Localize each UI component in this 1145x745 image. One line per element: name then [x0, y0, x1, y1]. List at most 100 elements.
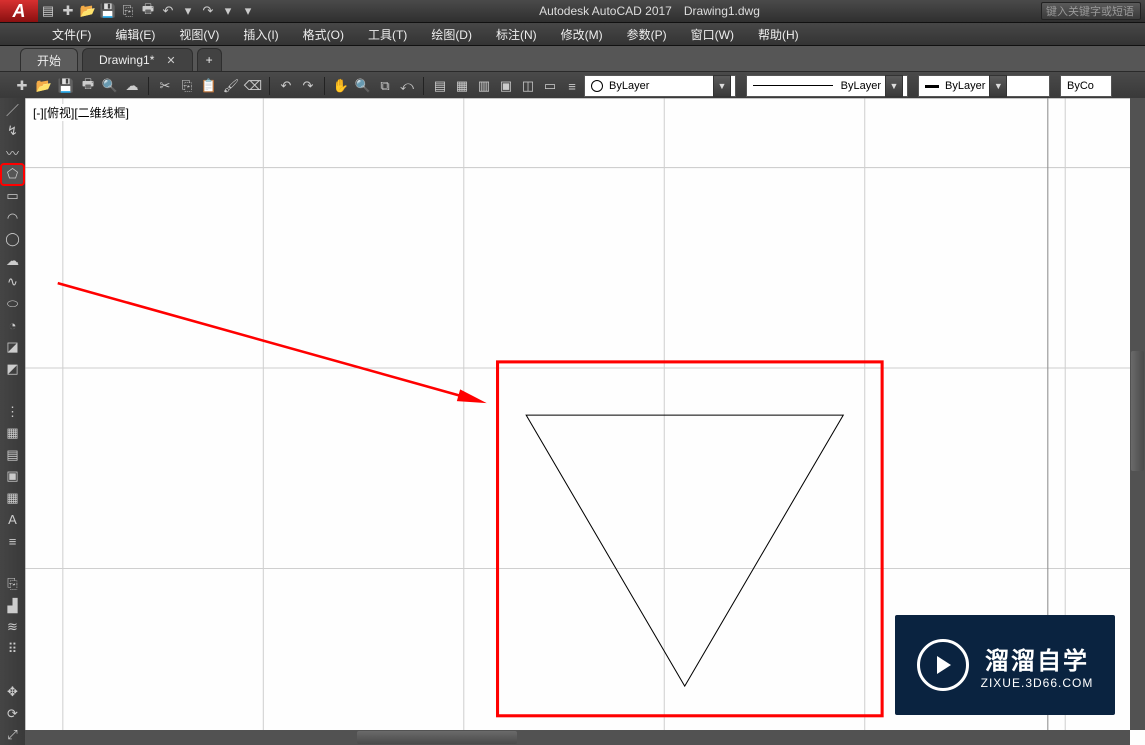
point-icon[interactable]: ⋮ [2, 402, 23, 422]
pan-icon[interactable]: ✋ [331, 76, 351, 96]
linetype-dropdown[interactable]: ByLayer ▼ [746, 75, 908, 97]
tab-plus[interactable]: + [197, 48, 222, 71]
menu-view[interactable]: 视图(V) [167, 23, 231, 45]
rotate-icon[interactable]: ⟳ [2, 704, 23, 724]
copy-icon[interactable]: ⎘ [2, 574, 23, 594]
line-icon[interactable]: ／ [2, 100, 23, 120]
chevron-down-icon[interactable]: ▼ [713, 75, 731, 97]
menu-parametric[interactable]: 参数(P) [615, 23, 679, 45]
revcloud-icon[interactable]: ☁ [2, 251, 23, 271]
watermark-big: 溜溜自学 [985, 641, 1089, 676]
publish-icon[interactable]: ☁ [122, 76, 142, 96]
separator[interactable] [2, 380, 23, 400]
paste-icon[interactable]: 📋 [199, 76, 219, 96]
rectangle-icon[interactable]: ▭ [2, 186, 23, 206]
gradient-icon[interactable]: ▤ [2, 445, 23, 465]
open2-icon[interactable]: 📂 [34, 76, 54, 96]
tab-start[interactable]: 开始 [20, 48, 78, 71]
tool-palettes-icon[interactable]: ▥ [474, 76, 494, 96]
chevron-down-icon[interactable]: ▼ [885, 75, 903, 97]
lineweight-dropdown[interactable]: ByLayer ▼ [918, 75, 1050, 97]
tab-label: Drawing1* [99, 53, 154, 67]
ellipse-arc-icon[interactable]: ◔ [2, 316, 23, 336]
layer-dropdown[interactable]: ByLayer ▼ [584, 75, 736, 97]
print-icon[interactable]: 🖶 [138, 2, 158, 20]
mirror-icon[interactable]: ▟ [2, 596, 23, 616]
sheet-set-icon[interactable]: ▣ [496, 76, 516, 96]
save2-icon[interactable]: 💾 [56, 76, 76, 96]
menu-tools[interactable]: 工具(T) [356, 23, 419, 45]
polyline-icon[interactable]: ↯ [2, 122, 23, 142]
menu-edit[interactable]: 编辑(E) [103, 23, 167, 45]
eraser-icon[interactable]: ⌫ [243, 76, 263, 96]
hatch-icon[interactable]: ▦ [2, 423, 23, 443]
menu-draw[interactable]: 绘图(D) [419, 23, 484, 45]
color-dropdown[interactable]: ByCo [1060, 75, 1112, 97]
scroll-thumb[interactable] [1131, 351, 1144, 471]
scroll-thumb[interactable] [357, 731, 517, 744]
chevron-down-icon[interactable]: ▼ [989, 75, 1007, 97]
zoom-rt-icon[interactable]: 🔍 [353, 76, 373, 96]
text-icon[interactable]: A [2, 510, 23, 530]
search-input[interactable]: 键入关键字或短语 [1041, 2, 1141, 20]
undo2-icon[interactable]: ↶ [276, 76, 296, 96]
zoom-win-icon[interactable]: ⧉ [375, 76, 395, 96]
make-block-icon[interactable]: ◩ [2, 359, 23, 379]
quick-access-toolbar: ▤✚📂💾⎘🖶↶▾↷▾▾ [38, 0, 258, 22]
new2-icon[interactable]: ✚ [12, 76, 32, 96]
insert-block-icon[interactable]: ◪ [2, 337, 23, 357]
view-label[interactable]: [-][俯视][二维线框] [33, 104, 129, 121]
region-icon[interactable]: ▣ [2, 467, 23, 487]
save-icon[interactable]: 💾 [98, 2, 118, 20]
copy2-icon[interactable]: ⎘ [177, 76, 197, 96]
plot-icon[interactable]: 🖶 [78, 76, 98, 96]
dc-icon[interactable]: ▦ [452, 76, 472, 96]
menu-insert[interactable]: 插入(I) [231, 23, 290, 45]
new-icon[interactable]: ✚ [58, 2, 78, 20]
undo-icon[interactable]: ↶ [158, 2, 178, 20]
menu-window[interactable]: 窗口(W) [679, 23, 746, 45]
play-icon [917, 639, 969, 691]
arc-icon[interactable]: ◠ [2, 208, 23, 228]
redo-icon[interactable]: ↷ [198, 2, 218, 20]
menu-icon[interactable]: ▤ [38, 2, 58, 20]
offset-icon[interactable]: ≋ [2, 618, 23, 638]
spline2-icon[interactable]: ∿ [2, 273, 23, 293]
ellipse-icon[interactable]: ⬭ [2, 294, 23, 314]
move-icon[interactable]: ✥ [2, 682, 23, 702]
app-logo[interactable]: A [0, 0, 38, 22]
undo-drop-icon[interactable]: ▾ [178, 2, 198, 20]
menu-help[interactable]: 帮助(H) [746, 23, 811, 45]
markup-icon[interactable]: ◫ [518, 76, 538, 96]
scrollbar-vertical[interactable] [1130, 98, 1145, 730]
redo2-icon[interactable]: ↷ [298, 76, 318, 96]
open-icon[interactable]: 📂 [78, 2, 98, 20]
separator [269, 77, 270, 95]
scale-icon[interactable]: ⤢ [2, 725, 23, 745]
separator[interactable] [2, 661, 23, 681]
render-icon[interactable]: ≡ [562, 76, 582, 96]
menu-modify[interactable]: 修改(M) [549, 23, 615, 45]
menu-dimension[interactable]: 标注(N) [484, 23, 549, 45]
preview-icon[interactable]: 🔍 [100, 76, 120, 96]
array-icon[interactable]: ⠿ [2, 639, 23, 659]
polygon-icon[interactable]: ⬠ [2, 165, 23, 185]
table-icon[interactable]: ▦ [2, 488, 23, 508]
menu-file[interactable]: 文件(F) [40, 23, 103, 45]
saveas-icon[interactable]: ⎘ [118, 2, 138, 20]
menu-format[interactable]: 格式(O) [291, 23, 356, 45]
zoom-prev-icon[interactable]: ⤺ [397, 76, 417, 96]
qcalc-icon[interactable]: ▭ [540, 76, 560, 96]
redo-drop-icon[interactable]: ▾ [218, 2, 238, 20]
scrollbar-horizontal[interactable] [25, 730, 1130, 745]
circle-icon[interactable]: ◯ [2, 229, 23, 249]
separator[interactable] [2, 553, 23, 573]
matchprop-icon[interactable]: 🖌 [221, 76, 241, 96]
tab-drawing1[interactable]: Drawing1* ✕ [82, 48, 193, 71]
properties-icon[interactable]: ▤ [430, 76, 450, 96]
align-icon[interactable]: ≡ [2, 531, 23, 551]
spline-icon[interactable]: 〰 [2, 143, 23, 163]
close-icon[interactable]: ✕ [166, 54, 175, 67]
cut-icon[interactable]: ✂ [155, 76, 175, 96]
qat-drop-icon[interactable]: ▾ [238, 2, 258, 20]
